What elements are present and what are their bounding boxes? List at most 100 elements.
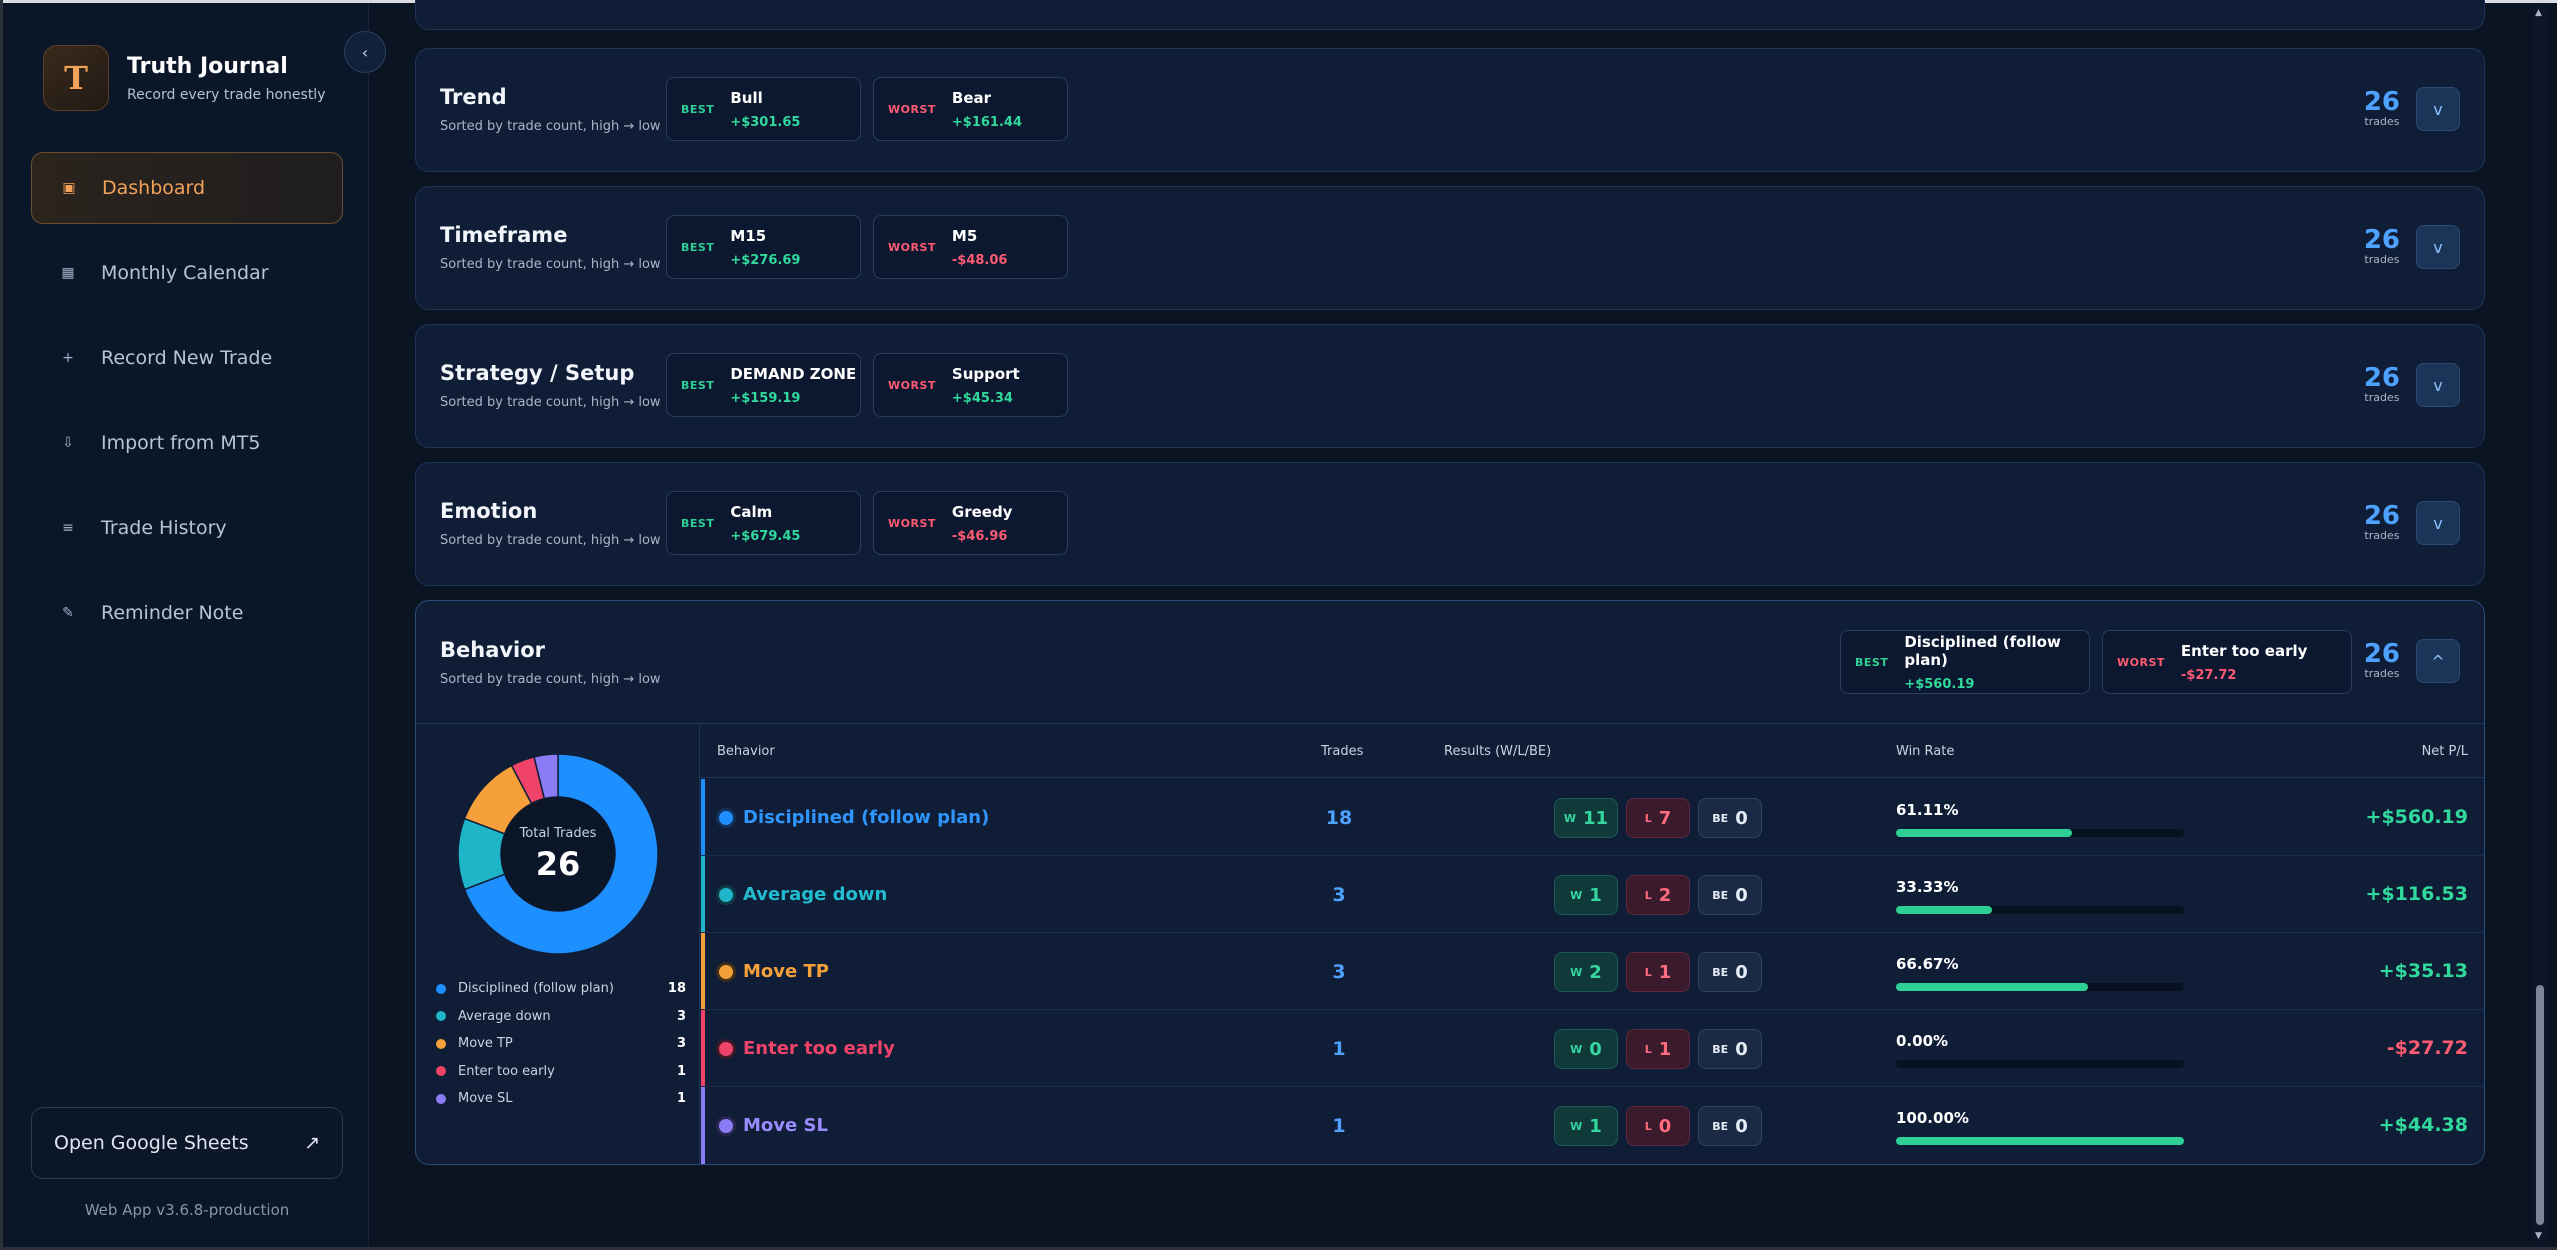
net-pl: -$27.72 (2386, 1037, 2468, 1059)
section-title: Timeframe (440, 223, 568, 247)
column-header-behavior: Behavior (717, 744, 775, 759)
section-subtitle: Sorted by trade count, high → low (440, 672, 661, 687)
worst-pill: WORST Bear +$161.44 (873, 77, 1068, 141)
worst-name: Greedy (951, 502, 1013, 521)
scroll-down-arrow-icon[interactable]: ▼ (2535, 1231, 2542, 1241)
collapse-button[interactable]: ^ (2416, 639, 2460, 683)
legend-dot (436, 1011, 446, 1022)
section-card-behavior: Behavior Sorted by trade count, high → l… (415, 600, 2485, 1165)
row-name: Enter too early (743, 1038, 895, 1059)
open-google-sheets-label: Open Google Sheets (54, 1132, 249, 1154)
sidebar-item-reminder-note[interactable]: ✎ Reminder Note (31, 577, 343, 649)
table-row[interactable]: Average down 3 W1 L2 BE 0 33.33% +$116.53 (701, 856, 2484, 933)
table-row[interactable]: Disciplined (follow plan) 18 W 11 L7 BE 0 … (701, 779, 2484, 856)
collapse-sidebar-button[interactable]: ‹ (344, 31, 386, 73)
best-value: +$301.65 (730, 114, 801, 130)
net-pl: +$116.53 (2365, 883, 2468, 905)
best-pill: BEST Calm +$679.45 (666, 491, 861, 555)
section-card-emotion: Emotion Sorted by trade count, high → lo… (415, 462, 2485, 586)
worst-value: +$45.34 (951, 390, 1013, 406)
breakeven-count: 0 (1735, 884, 1748, 906)
row-dot (719, 1042, 733, 1056)
trade-count-label: trades (2364, 529, 2400, 542)
sidebar-item-record-new-trade[interactable]: + Record New Trade (31, 322, 343, 394)
breakeven-chip: BE 0 (1698, 1029, 1762, 1069)
wins-chip-label: W (1570, 965, 1583, 979)
expand-button[interactable]: v (2416, 225, 2460, 269)
trade-count-value: 26 (2363, 225, 2400, 255)
losses-chip-label: L (1644, 811, 1652, 825)
row-dot (719, 965, 733, 979)
losses-chip: L1 (1626, 952, 1690, 992)
column-header-trades: Trades (1321, 744, 1364, 759)
expand-button[interactable]: v (2416, 501, 2460, 545)
wins-chip: W1 (1554, 1106, 1618, 1146)
row-color-bar (701, 779, 705, 855)
breakeven-chip: BE 0 (1698, 1106, 1762, 1146)
worst-value: -$27.72 (2180, 667, 2237, 683)
legend-dot (436, 983, 446, 994)
worst-pill: WORST M5 -$48.06 (873, 215, 1068, 279)
donut-chart: Total Trades 26 (454, 750, 662, 958)
table-row[interactable]: Move TP 3 W2 L1 BE 0 66.67% +$35.13 (701, 933, 2484, 1010)
net-pl: +$44.38 (2378, 1114, 2468, 1136)
section-title: Trend (440, 85, 507, 109)
app-version: Web App v3.6.8-production (84, 1201, 290, 1219)
sidebar-item-label: Dashboard (102, 177, 206, 199)
table-row[interactable]: Enter too early 1 W0 L1 BE 0 0.00% -$27.7… (701, 1010, 2484, 1087)
sidebar-item-label: Record New Trade (101, 347, 273, 369)
best-tag: BEST (681, 516, 715, 530)
sidebar-item-label: Import from MT5 (101, 432, 261, 454)
breakeven-count: 0 (1735, 1115, 1748, 1137)
scrollbar-thumb[interactable] (2536, 985, 2544, 1225)
losses-chip: L1 (1626, 1029, 1690, 1069)
chevron-down-icon: v (2433, 513, 2443, 533)
sidebar-item-label: Monthly Calendar (101, 262, 269, 284)
plus-icon: + (62, 350, 74, 366)
best-pill: BEST DEMAND ZONE +$159.19 (666, 353, 861, 417)
chevron-up-icon: ^ (2431, 651, 2445, 671)
worst-pill: WORST Support +$45.34 (873, 353, 1068, 417)
breakeven-count: 0 (1735, 961, 1748, 983)
win-rate-bar (1896, 906, 2184, 914)
trade-count-value: 26 (2363, 363, 2400, 393)
sidebar-item-dashboard[interactable]: ▣ Dashboard (31, 152, 343, 224)
best-name: Disciplined (follow plan) (1904, 632, 2061, 669)
expand-button[interactable]: v (2416, 87, 2460, 131)
open-google-sheets-button[interactable]: Open Google Sheets ↗ (31, 1107, 343, 1179)
legend-dot (436, 1093, 446, 1104)
net-pl: +$35.13 (2378, 960, 2468, 982)
list-icon: ≡ (62, 520, 74, 536)
losses-chip: L2 (1626, 875, 1690, 915)
trade-count: 26 trades (2364, 641, 2400, 680)
worst-value: +$161.44 (951, 114, 1022, 130)
sidebar-item-monthly-calendar[interactable]: ▦ Monthly Calendar (31, 237, 343, 309)
legend-count: 3 (676, 1008, 686, 1024)
row-trades: 1 (1332, 1038, 1346, 1060)
breakeven-chip-label: BE (1712, 965, 1729, 979)
win-rate-text: 66.67% (1896, 955, 1959, 973)
sidebar-item-label: Reminder Note (101, 602, 244, 624)
breakeven-chip: BE 0 (1698, 798, 1762, 838)
table-row[interactable]: Move SL 1 W1 L0 BE 0 100.00% +$44.38 (701, 1087, 2484, 1164)
row-trades: 18 (1325, 807, 1353, 829)
worst-tag: WORST (2117, 655, 2165, 669)
expand-button[interactable]: v (2416, 363, 2460, 407)
scroll-up-arrow-icon[interactable]: ▲ (2535, 8, 2542, 18)
chevron-down-icon: v (2433, 375, 2443, 395)
sidebar-item-trade-history[interactable]: ≡ Trade History (31, 492, 343, 564)
pencil-icon: ✎ (62, 605, 74, 621)
wins-count: 0 (1589, 1038, 1602, 1060)
trade-count: 26 trades (2364, 503, 2400, 542)
trade-count-label: trades (2364, 391, 2400, 404)
losses-chip: L7 (1626, 798, 1690, 838)
wins-chip: W1 (1554, 875, 1618, 915)
best-pill: BEST Disciplined (follow plan) +$560.19 (1840, 630, 2090, 694)
breakeven-chip: BE 0 (1698, 875, 1762, 915)
behavior-summary-panel: Total Trades 26 Disciplined (follow plan… (416, 724, 700, 1165)
best-value: +$159.19 (730, 390, 801, 406)
worst-name: Support (951, 364, 1020, 383)
row-color-bar (701, 1087, 705, 1164)
sidebar-item-import-mt5[interactable]: ⇩ Import from MT5 (31, 407, 343, 479)
worst-value: -$46.96 (951, 528, 1008, 544)
